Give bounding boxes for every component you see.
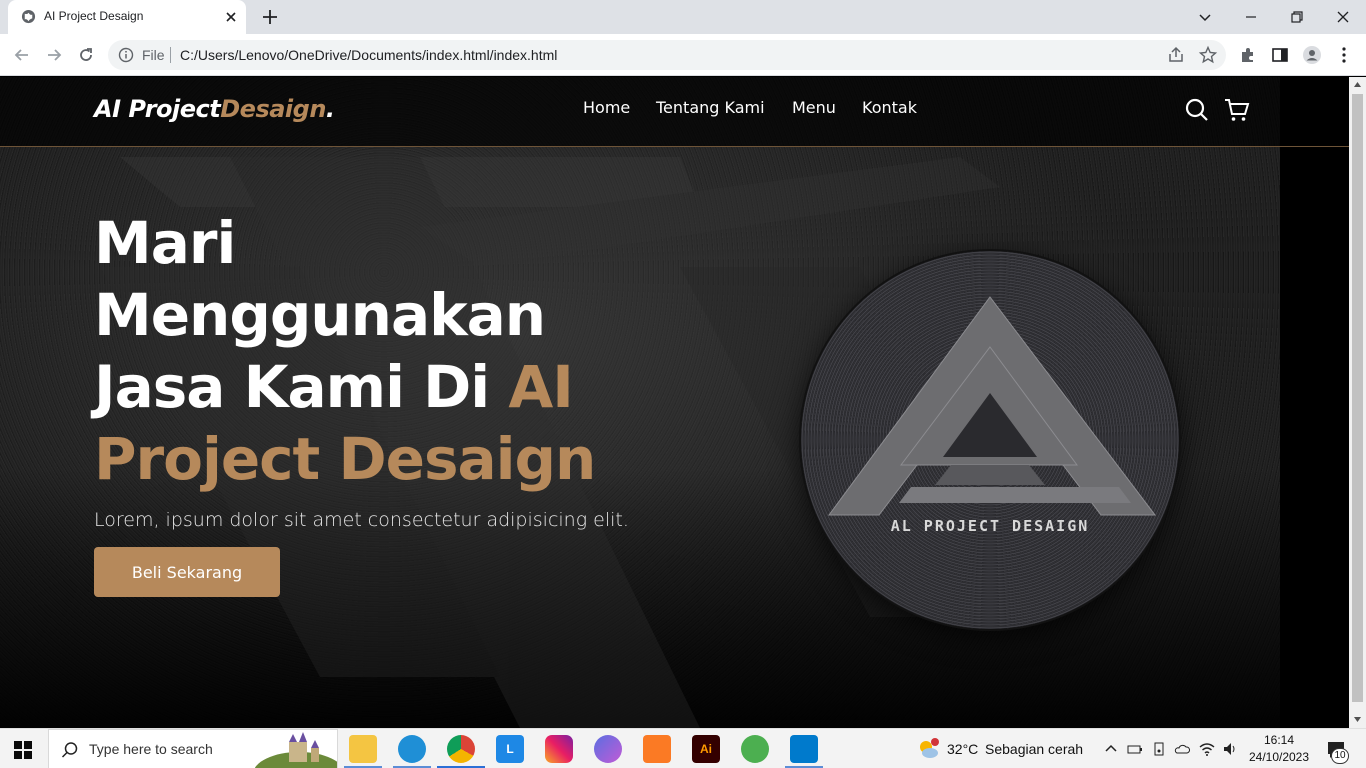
brand-text-white: AI Project xyxy=(94,95,221,123)
scroll-down-arrow-icon[interactable] xyxy=(1353,715,1362,724)
reload-icon[interactable] xyxy=(76,45,96,65)
notification-count-badge: 10 xyxy=(1331,748,1349,764)
url-scheme-label: File xyxy=(142,47,165,63)
omnibox-divider xyxy=(170,47,171,63)
bookmark-star-icon[interactable] xyxy=(1198,45,1218,65)
volume-icon[interactable] xyxy=(1221,740,1239,758)
clock-time[interactable]: 16:14 xyxy=(1256,733,1302,747)
hero-title: Mari Menggunakan Jasa Kami Di AI Project… xyxy=(94,207,654,495)
xampp-icon[interactable] xyxy=(643,735,671,763)
scrollbar-thumb[interactable] xyxy=(1352,94,1363,702)
triangle-logo-icon xyxy=(828,296,1157,516)
windows-start-icon[interactable] xyxy=(14,741,32,759)
page-scrollbar[interactable] xyxy=(1349,77,1366,728)
edge-browser-icon[interactable] xyxy=(398,735,426,763)
company-logo-badge: AL PROJECT DESAIGN xyxy=(801,251,1179,629)
new-tab-icon[interactable] xyxy=(261,8,279,26)
wifi-icon[interactable] xyxy=(1198,740,1216,758)
side-panel-icon[interactable] xyxy=(1270,45,1290,65)
hero-title-white: Mari Menggunakan Jasa Kami Di xyxy=(94,209,546,421)
windows-taskbar: Type here to search L Ai 32°C Sebagian c… xyxy=(0,728,1366,768)
nav-link-tentang-kami[interactable]: Tentang Kami xyxy=(656,98,765,117)
address-bar[interactable]: File C:/Users/Lenovo/OneDrive/Documents/… xyxy=(108,40,1226,70)
battery-plug-icon[interactable] xyxy=(1126,740,1144,758)
globe-icon xyxy=(21,9,36,24)
search-placeholder: Type here to search xyxy=(89,741,213,757)
page-viewport: AI ProjectDesaign. Home Tentang Kami Men… xyxy=(0,77,1349,728)
weather-partly-sunny-icon[interactable] xyxy=(916,737,940,761)
search-icon[interactable] xyxy=(1184,97,1210,123)
buy-now-button[interactable]: Beli Sekarang xyxy=(94,547,280,597)
weather-description[interactable]: Sebagian cerah xyxy=(985,741,1083,757)
weather-temperature[interactable]: 32°C xyxy=(947,741,978,757)
scroll-up-arrow-icon[interactable] xyxy=(1353,80,1362,89)
profile-avatar-icon[interactable] xyxy=(1302,45,1322,65)
site-brand-logo[interactable]: AI ProjectDesaign. xyxy=(94,95,335,123)
page-right-edge xyxy=(1280,77,1349,728)
minimize-icon[interactable] xyxy=(1240,6,1262,28)
nav-link-kontak[interactable]: Kontak xyxy=(862,98,917,117)
tab-title: AI Project Desaign xyxy=(44,9,144,23)
browser-toolbar: File C:/Users/Lenovo/OneDrive/Documents/… xyxy=(0,34,1366,76)
site-navbar: AI ProjectDesaign. Home Tentang Kami Men… xyxy=(0,77,1349,147)
device-icon[interactable] xyxy=(1150,740,1168,758)
url-text[interactable]: C:/Users/Lenovo/OneDrive/Documents/index… xyxy=(180,47,557,63)
chrome-icon[interactable] xyxy=(447,735,475,763)
hero-subtitle: Lorem, ipsum dolor sit amet consectetur … xyxy=(94,509,629,531)
green-app-icon[interactable] xyxy=(741,735,769,763)
search-icon xyxy=(61,742,78,758)
restore-icon[interactable] xyxy=(1286,6,1308,28)
back-arrow-icon[interactable] xyxy=(12,45,32,65)
clock-date[interactable]: 24/10/2023 xyxy=(1246,750,1312,764)
nav-link-menu[interactable]: Menu xyxy=(792,98,836,117)
file-explorer-icon[interactable] xyxy=(349,735,377,763)
chevron-up-icon[interactable] xyxy=(1102,740,1120,758)
extensions-puzzle-icon[interactable] xyxy=(1238,45,1258,65)
kebab-menu-icon[interactable] xyxy=(1334,45,1354,65)
info-icon[interactable] xyxy=(118,47,134,63)
close-tab-icon[interactable] xyxy=(224,10,238,24)
instagram-icon[interactable] xyxy=(545,735,573,763)
taskbar-search-box[interactable]: Type here to search xyxy=(48,729,338,768)
nav-link-home[interactable]: Home xyxy=(583,98,630,117)
l-app-icon[interactable]: L xyxy=(496,735,524,763)
brand-text-gold: Desaign xyxy=(220,95,326,123)
brand-dot: . xyxy=(325,95,335,123)
illustrator-icon[interactable]: Ai xyxy=(692,735,720,763)
share-icon[interactable] xyxy=(1166,45,1186,65)
onedrive-cloud-icon[interactable] xyxy=(1173,740,1191,758)
copilot-icon[interactable] xyxy=(594,735,622,763)
close-window-icon[interactable] xyxy=(1332,6,1354,28)
shopping-cart-icon[interactable] xyxy=(1224,97,1250,123)
tab-search-chevron-icon[interactable] xyxy=(1194,6,1216,28)
browser-tab[interactable]: AI Project Desaign xyxy=(8,0,246,34)
browser-tab-strip: AI Project Desaign xyxy=(0,0,1366,34)
search-highlight-castle-icon xyxy=(255,732,337,768)
vscode-icon[interactable] xyxy=(790,735,818,763)
forward-arrow-icon[interactable] xyxy=(44,45,64,65)
logo-badge-text: AL PROJECT DESAIGN xyxy=(890,517,1090,535)
